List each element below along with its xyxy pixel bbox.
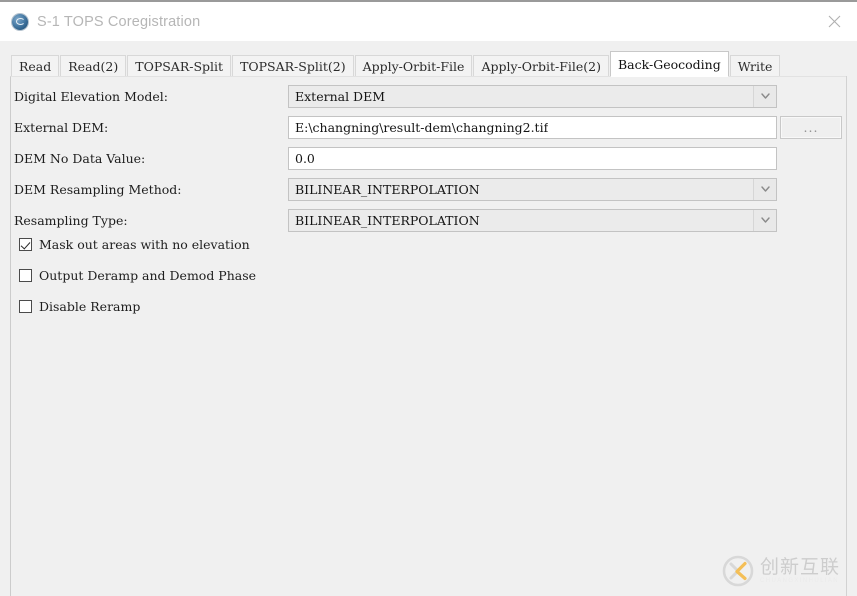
row-dem-no-data-value: DEM No Data Value: 0.0 (11, 145, 849, 171)
checkbox-label-mask-out-areas: Mask out areas with no elevation (39, 237, 250, 252)
chevron-down-icon (753, 178, 776, 200)
browse-button[interactable]: ... (780, 115, 842, 139)
dem-no-data-value-input[interactable]: 0.0 (288, 146, 777, 170)
label-digital-elevation-model: Digital Elevation Model: (14, 88, 169, 104)
resampling-type-value: BILINEAR_INTERPOLATION (295, 212, 480, 228)
tab-read-2[interactable]: Read(2) (60, 55, 127, 77)
row-resampling-type: Resampling Type: BILINEAR_INTERPOLATION (11, 207, 849, 233)
close-icon (828, 15, 840, 27)
dem-resampling-method-value: BILINEAR_INTERPOLATION (295, 181, 480, 197)
tab-back-geocoding[interactable]: Back-Geocoding (610, 51, 729, 77)
chevron-down-icon (753, 209, 776, 231)
row-digital-elevation-model: Digital Elevation Model: External DEM (11, 83, 849, 109)
external-dem-value: E:\changning\result-dem\changning2.tif (295, 119, 549, 135)
close-button[interactable] (811, 2, 857, 40)
tab-strip: Read Read(2) TOPSAR-Split TOPSAR-Split(2… (0, 41, 857, 77)
dialog-window: S-1 TOPS Coregistration Read Read(2) TOP… (0, 0, 857, 596)
dem-no-data-value-value: 0.0 (295, 150, 315, 166)
label-dem-resampling-method: DEM Resampling Method: (14, 181, 182, 197)
resampling-type-combo[interactable]: BILINEAR_INTERPOLATION (288, 208, 777, 232)
tab-list: Read Read(2) TOPSAR-Split TOPSAR-Split(2… (11, 51, 781, 77)
checkbox-label-output-deramp: Output Deramp and Demod Phase (39, 268, 257, 283)
dem-resampling-method-combo[interactable]: BILINEAR_INTERPOLATION (288, 177, 777, 201)
checkbox-icon-unchecked (19, 269, 32, 282)
tab-apply-orbit-file[interactable]: Apply-Orbit-File (354, 55, 473, 77)
chevron-down-icon (753, 85, 776, 107)
checkbox-icon-checked (19, 238, 32, 251)
tab-topsar-split[interactable]: TOPSAR-Split (127, 55, 232, 77)
tab-read[interactable]: Read (11, 55, 60, 77)
digital-elevation-model-combo[interactable]: External DEM (288, 84, 777, 108)
back-geocoding-panel: Digital Elevation Model: External DEM Ex… (10, 76, 848, 596)
snap-globe-icon (12, 13, 28, 30)
tab-apply-orbit-file-2[interactable]: Apply-Orbit-File(2) (473, 55, 609, 77)
label-external-dem: External DEM: (14, 119, 109, 135)
label-dem-no-data-value: DEM No Data Value: (14, 150, 146, 166)
row-external-dem: External DEM: E:\changning\result-dem\ch… (11, 114, 849, 140)
tab-topsar-split-2[interactable]: TOPSAR-Split(2) (232, 55, 354, 77)
external-dem-input[interactable]: E:\changning\result-dem\changning2.tif (288, 115, 777, 139)
tab-write[interactable]: Write (729, 55, 781, 77)
checkbox-icon-unchecked (19, 300, 32, 313)
checkbox-disable-reramp[interactable]: Disable Reramp (19, 299, 140, 314)
title-bar: S-1 TOPS Coregistration (0, 2, 857, 41)
window-title: S-1 TOPS Coregistration (37, 13, 201, 30)
row-dem-resampling-method: DEM Resampling Method: BILINEAR_INTERPOL… (11, 176, 849, 202)
vertical-scrollbar[interactable] (846, 76, 857, 596)
checkbox-label-disable-reramp: Disable Reramp (39, 299, 141, 314)
checkbox-mask-out-areas-with-no-elevation[interactable]: Mask out areas with no elevation (19, 237, 250, 252)
label-resampling-type: Resampling Type: (14, 212, 128, 228)
checkbox-output-deramp-and-demod-phase[interactable]: Output Deramp and Demod Phase (19, 268, 256, 283)
digital-elevation-model-value: External DEM (295, 88, 385, 104)
